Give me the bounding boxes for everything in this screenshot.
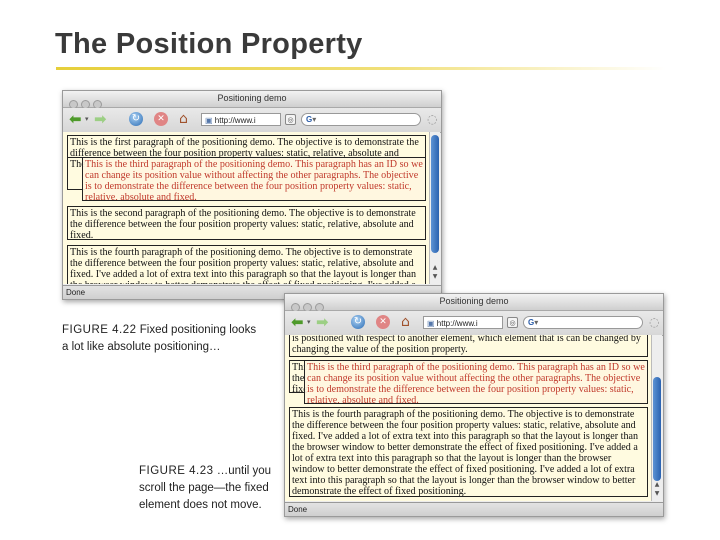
url-text: http://www.i [214, 116, 256, 125]
fixed-paragraph-3: This is the third paragraph of the posit… [82, 157, 426, 201]
window-titlebar[interactable]: Positioning demo [63, 91, 441, 109]
caption-text-line: …until you [216, 465, 272, 477]
status-bar: Done [285, 502, 663, 516]
url-text: http://www.i [436, 319, 478, 328]
figure-4-23-caption: FIGURE 4.23 …until you scroll the page—t… [139, 463, 279, 514]
reload-icon[interactable]: ↻ [129, 112, 143, 126]
home-icon[interactable]: ⌂ [179, 112, 188, 127]
back-arrow-icon[interactable]: ⬅ [69, 112, 82, 127]
window-titlebar[interactable]: Positioning demo [285, 294, 663, 312]
snapback-icon[interactable]: ◎ [285, 114, 296, 125]
figure-label: FIGURE 4.23 [139, 465, 214, 477]
address-bar[interactable]: ▣ http://www.i [423, 316, 503, 329]
back-arrow-icon[interactable]: ⬅ [291, 315, 304, 330]
scroll-down-icon[interactable]: ▼ [652, 490, 662, 497]
caption-text-line: Fixed positioning looks [139, 324, 257, 336]
page-icon: ▣ [427, 319, 437, 328]
paragraph-1: This is the first paragraph of the posit… [67, 135, 426, 158]
window-title: Positioning demo [439, 296, 509, 306]
stop-icon[interactable]: ✕ [376, 315, 390, 329]
browser-toolbar: ⬅ ▾ ➡ ↻ ✕ ⌂ ▣ http://www.i ◎ G▾ ◌ [63, 108, 441, 133]
browser-toolbar: ⬅ ▾ ➡ ↻ ✕ ⌂ ▣ http://www.i ◎ G▾ ◌ [285, 311, 663, 336]
paragraph-2: This is the second paragraph of the posi… [67, 206, 426, 240]
caption-text-line: a lot like absolute positioning… [62, 341, 221, 353]
page-icon: ▣ [205, 116, 215, 125]
figure-label: FIGURE 4.22 [62, 324, 137, 336]
forward-arrow-icon[interactable]: ➡ [316, 315, 329, 330]
title-underline [56, 67, 666, 70]
forward-arrow-icon[interactable]: ➡ [94, 112, 107, 127]
vertical-scrollbar[interactable]: ▲ ▼ [651, 335, 662, 501]
spinner-icon: ◌ [427, 112, 438, 126]
slide-title: The Position Property [55, 28, 363, 60]
page-content: is positioned with respect to another el… [285, 335, 651, 501]
search-field[interactable]: G▾ [523, 316, 643, 329]
vertical-scrollbar[interactable]: ▲ ▼ [429, 132, 440, 284]
fixed-paragraph-3: This is the third paragraph of the posit… [304, 360, 648, 404]
back-menu-icon[interactable]: ▾ [85, 112, 89, 127]
scrollbar-thumb[interactable] [653, 377, 661, 481]
scroll-up-icon[interactable]: ▲ [652, 481, 662, 488]
back-menu-icon[interactable]: ▾ [307, 315, 311, 330]
figure-4-22-caption: FIGURE 4.22 Fixed positioning looks a lo… [62, 322, 277, 356]
browser-window-1: Positioning demo ⬅ ▾ ➡ ↻ ✕ ⌂ ▣ http://ww… [62, 90, 442, 300]
scrollbar-thumb[interactable] [431, 135, 439, 253]
reload-icon[interactable]: ↻ [351, 315, 365, 329]
page-content: This is the first paragraph of the posit… [63, 132, 429, 284]
browser-window-2: Positioning demo ⬅ ▾ ➡ ↻ ✕ ⌂ ▣ http://ww… [284, 293, 664, 517]
window-title: Positioning demo [217, 93, 287, 103]
search-field[interactable]: G▾ [301, 113, 421, 126]
snapback-icon[interactable]: ◎ [507, 317, 518, 328]
paragraph-2-tail: is positioned with respect to another el… [289, 335, 648, 357]
scroll-down-icon[interactable]: ▼ [430, 273, 440, 280]
paragraph-4: This is the fourth paragraph of the posi… [67, 245, 426, 284]
caption-text-line: scroll the page—the fixed [139, 482, 269, 494]
scroll-up-icon[interactable]: ▲ [430, 264, 440, 271]
home-icon[interactable]: ⌂ [401, 315, 410, 330]
caption-text-line: element does not move. [139, 499, 262, 511]
spinner-icon: ◌ [649, 315, 660, 329]
paragraph-4: This is the fourth paragraph of the posi… [289, 407, 648, 497]
address-bar[interactable]: ▣ http://www.i [201, 113, 281, 126]
stop-icon[interactable]: ✕ [154, 112, 168, 126]
